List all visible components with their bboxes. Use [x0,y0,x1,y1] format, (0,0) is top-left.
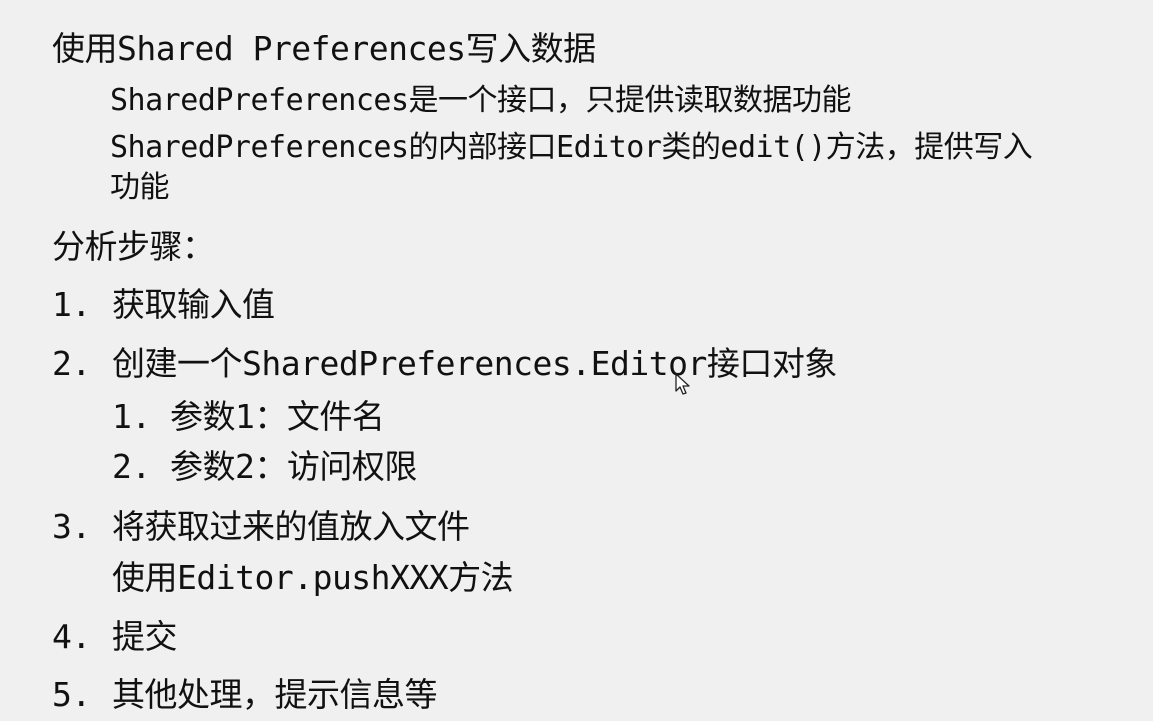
step-text: 创建一个SharedPreferences.Editor接口对象 [112,344,837,383]
intro-line-1: SharedPreferences是一个接口，只提供读取数据功能 [110,83,852,118]
step-item-1: 1. 获取输入值 [52,278,275,326]
step-text: 其他处理，提示信息等 [112,675,438,714]
slide: 使用Shared Preferences写入数据 SharedPreferenc… [0,0,1153,721]
substep-number: 2. [112,447,151,486]
step-item-5: 5. 其他处理，提示信息等 [52,668,438,716]
slide-heading: 使用Shared Preferences写入数据 [52,29,596,68]
intro-line-2: SharedPreferences的内部接口Editor类的edit()方法，提… [110,130,1033,165]
substep-text: 参数1：文件名 [170,397,385,436]
step-number: 1. [52,285,91,324]
intro-line-3: 功能 [110,170,170,205]
step-item-4: 4. 提交 [52,610,178,658]
step-number: 4. [52,617,91,656]
substep-number: 1. [112,397,151,436]
mouse-pointer-icon [675,373,690,395]
step-text: 获取输入值 [112,285,275,324]
substep-item-1: 1. 参数1：文件名 [112,390,385,438]
step-number: 2. [52,344,91,383]
step-number: 3. [52,507,91,546]
substep-item-2: 2. 参数2：访问权限 [112,440,417,488]
steps-title: 分析步骤： [52,227,215,266]
step-item-2: 2. 创建一个SharedPreferences.Editor接口对象 [52,337,837,385]
step-text: 将获取过来的值放入文件 [112,507,470,546]
step-text: 提交 [112,617,178,656]
substep-text: 参数2：访问权限 [170,447,417,486]
step-item-3: 3. 将获取过来的值放入文件 [52,500,470,548]
step-3-detail: 使用Editor.pushXXX方法 [112,558,514,597]
step-number: 5. [52,675,91,714]
